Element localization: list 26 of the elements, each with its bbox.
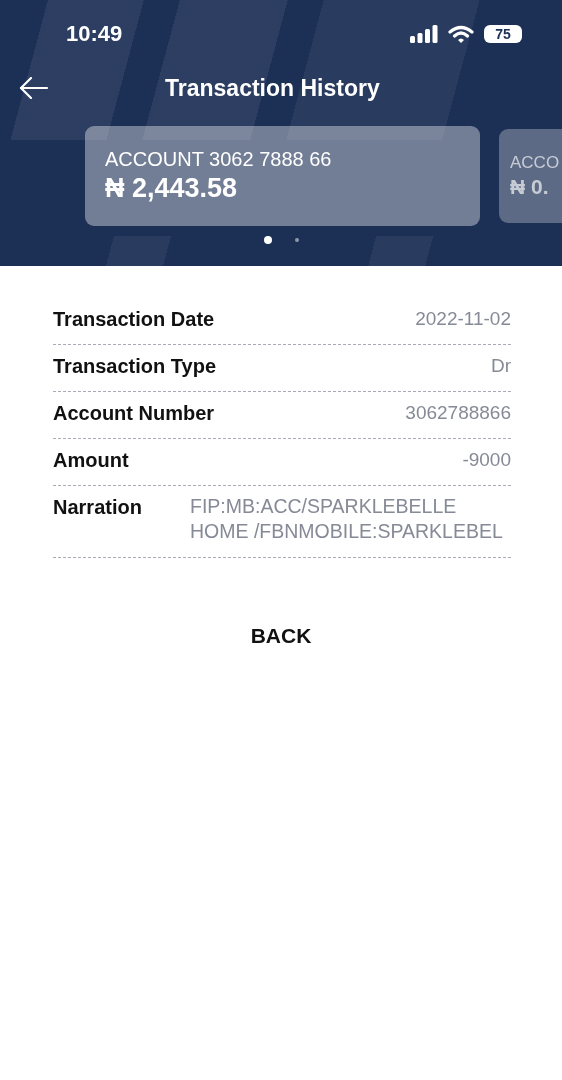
account-balance: ₦ 0. [510, 175, 549, 199]
page-dot[interactable] [264, 236, 272, 244]
field-value: FIP:MB:ACC/SPARKLEBELLE HOME /FBNMOBILE:SPARKLEBEL [190, 494, 504, 544]
screen-title: Transaction History [165, 74, 380, 102]
account-card[interactable]: ACCO ₦ 0. [499, 129, 562, 223]
field-label: Amount [53, 449, 129, 472]
field-label: Narration [53, 496, 143, 519]
field-value: Dr [490, 355, 511, 377]
back-button[interactable]: BACK [240, 618, 322, 654]
back-button[interactable] [19, 77, 49, 99]
battery-level: 75 [495, 26, 511, 42]
back-arrow-icon [19, 77, 49, 99]
account-card[interactable]: ACCOUNT 3062 7888 66 ₦ 2,443.58 [85, 126, 480, 226]
field-value: -9000 [462, 449, 511, 471]
account-number: ACCO [510, 153, 560, 173]
field-label: Transaction Type [53, 355, 216, 378]
signal-icon [410, 25, 438, 43]
field-label: Transaction Date [53, 308, 215, 331]
status-time: 10:49 [66, 21, 123, 47]
field-value: 3062788866 [405, 402, 511, 424]
account-number: ACCOUNT 3062 7888 66 [105, 148, 333, 171]
page-dot[interactable] [295, 238, 299, 242]
wifi-icon [448, 24, 474, 44]
field-label: Account Number [53, 402, 215, 425]
account-balance: ₦ 2,443.58 [105, 173, 239, 204]
field-value: 2022-11-02 [415, 308, 511, 330]
